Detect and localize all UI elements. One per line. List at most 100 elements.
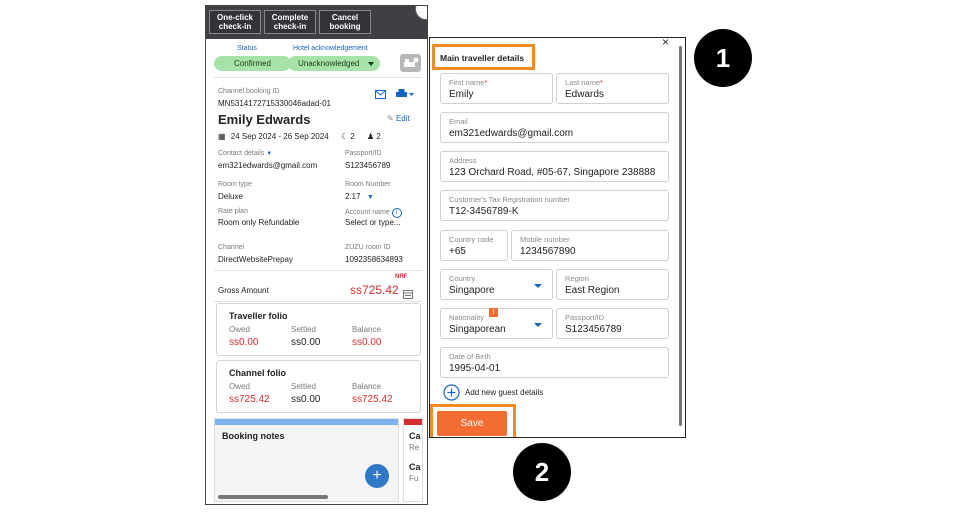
field-label: Country code	[449, 235, 494, 244]
tax-value: T12-3456789-K	[449, 206, 519, 217]
card-accent	[404, 419, 422, 425]
plus-circle-icon	[443, 384, 460, 401]
clipped-text: Fu	[409, 474, 419, 483]
person-icon: ♟	[367, 132, 375, 141]
folio-balance-label: Balance	[352, 325, 381, 334]
field-label: Last name	[565, 78, 601, 87]
button-label: booking	[329, 22, 361, 31]
warning-icon: !	[489, 308, 498, 317]
hotel-ack-value: Unacknowledged	[298, 59, 360, 68]
folio-settled-label: Settled	[291, 325, 316, 334]
print-icon[interactable]	[396, 86, 414, 104]
horizontal-scrollbar[interactable]	[218, 495, 328, 499]
passport-value: S123456789	[565, 324, 622, 335]
address-field[interactable]: Address 123 Orchard Road, #05-67, Singap…	[440, 151, 669, 182]
date-of-birth-field[interactable]: Date of Birth 1995-04-01	[440, 347, 669, 378]
last-name-field[interactable]: Last name* Edwards	[556, 73, 669, 104]
country-code-field[interactable]: Country code +65	[440, 230, 508, 261]
booking-notes-title: Booking notes	[222, 431, 285, 441]
dob-value: 1995-04-01	[449, 363, 501, 374]
room-type-label: Room type	[218, 181, 252, 188]
chevron-down-icon	[534, 284, 542, 288]
passport-field[interactable]: Passport/ID S123456789	[556, 308, 669, 339]
moon-icon: ☾	[341, 132, 349, 141]
divider	[214, 270, 422, 271]
calendar-icon: ▦	[218, 132, 226, 141]
folio-balance-value: ss0.00	[352, 337, 382, 348]
add-guest-label: Add new guest details	[465, 388, 544, 397]
booking-notes-card[interactable]: Booking notes +	[214, 418, 399, 502]
button-label: One-click	[216, 13, 253, 22]
field-label: Country	[449, 274, 476, 283]
vertical-scrollbar[interactable]	[679, 46, 682, 426]
region-value: East Region	[565, 285, 620, 296]
edit-guest-button[interactable]: ✎ Edit	[387, 114, 410, 123]
save-button[interactable]: Save	[437, 411, 507, 436]
traveller-folio-card[interactable]: Traveller folio Owed Settled Balance ss0…	[216, 303, 421, 356]
divider	[214, 77, 422, 78]
email-field[interactable]: Email em321edwards@gmail.com	[440, 112, 669, 143]
field-label: Email	[449, 117, 468, 126]
gross-amount-label: Gross Amount	[218, 286, 269, 295]
field-label: Address	[449, 156, 477, 165]
room-number-value: 2.17	[345, 192, 361, 201]
complete-check-in-button[interactable]: Complete check-in	[264, 10, 316, 34]
stay-dates: 24 Sep 2024 - 26 Sep 2024	[230, 132, 329, 141]
info-icon[interactable]: i	[391, 208, 402, 218]
passport-value: S123456789	[345, 161, 391, 170]
folio-owed-label: Owed	[229, 325, 250, 334]
channel-booking-id-label: Channel booking ID	[218, 88, 280, 95]
hotel-ack-dropdown[interactable]: Unacknowledged	[288, 56, 380, 71]
country-value: Singapore	[449, 285, 495, 296]
account-label-text: Account name	[345, 209, 390, 216]
field-label: Region	[565, 274, 589, 283]
chevron-down-icon	[368, 62, 374, 66]
card-accent	[215, 419, 398, 425]
chevron-down-icon: ▼	[266, 151, 273, 157]
channel-folio-card[interactable]: Channel folio Owed Settled Balance ss725…	[216, 360, 421, 413]
rate-plan-value: Room only Refundable	[218, 218, 300, 227]
email-value: em321edwards@gmail.com	[449, 128, 574, 139]
add-note-button[interactable]: +	[365, 464, 389, 488]
room-type-value: Deluxe	[218, 192, 243, 201]
channel-value: DirectWebsitePrepay	[218, 255, 293, 264]
pencil-icon: ✎	[387, 114, 394, 123]
account-name-input[interactable]: Select or type...	[345, 218, 401, 227]
cancel-booking-button[interactable]: Cancel booking	[319, 10, 371, 34]
close-icon[interactable]: ×	[662, 38, 669, 49]
clipped-text: Ca	[409, 431, 421, 441]
nrf-badge: NRF	[395, 274, 408, 280]
edit-label: Edit	[395, 114, 410, 123]
status-label: Status	[237, 45, 257, 52]
stay-dates-row: ▦ 24 Sep 2024 - 26 Sep 2024	[218, 132, 329, 141]
country-select[interactable]: Country Singapore	[440, 269, 553, 300]
clipped-card[interactable]: Ca Re Ca Fu	[403, 418, 423, 502]
mobile-number-field[interactable]: Mobile number 1234567890	[511, 230, 669, 261]
field-label: Nationality	[449, 313, 485, 322]
traveller-details-dialog: × Main traveller details First name* Emi…	[429, 37, 686, 438]
button-label: Cancel	[331, 13, 359, 22]
folio-title: Traveller folio	[229, 311, 288, 321]
mail-icon[interactable]	[375, 86, 386, 104]
callout-number-2: 2	[513, 443, 571, 501]
guests-value: 2	[376, 132, 381, 141]
first-name-field[interactable]: First name* Emily	[440, 73, 553, 104]
room-number-label: Room Number	[345, 181, 391, 188]
chevron-down-icon: ▼	[366, 194, 374, 201]
chevron-down-icon	[534, 323, 542, 327]
tax-registration-field[interactable]: Customer's Tax Registration number T12-3…	[440, 190, 669, 221]
first-name-value: Emily	[449, 89, 474, 100]
gross-amount-value: ss725.42	[350, 283, 399, 297]
button-label: Complete	[271, 13, 309, 22]
mobile-value: 1234567890	[520, 246, 576, 257]
one-click-check-in-button[interactable]: One-click check-in	[209, 10, 261, 34]
contact-details-label[interactable]: Contact details ▼	[218, 150, 272, 157]
room-number-select[interactable]: 2.17 ▼	[345, 192, 374, 201]
nationality-select[interactable]: Nationality ! Singaporean	[440, 308, 553, 339]
clipped-text: Ca	[409, 462, 421, 472]
folio-owed-value: ss0.00	[229, 337, 259, 348]
region-field[interactable]: Region East Region	[556, 269, 669, 300]
assign-room-icon[interactable]	[400, 54, 421, 72]
divider	[214, 301, 422, 302]
button-label: check-in	[273, 22, 307, 31]
